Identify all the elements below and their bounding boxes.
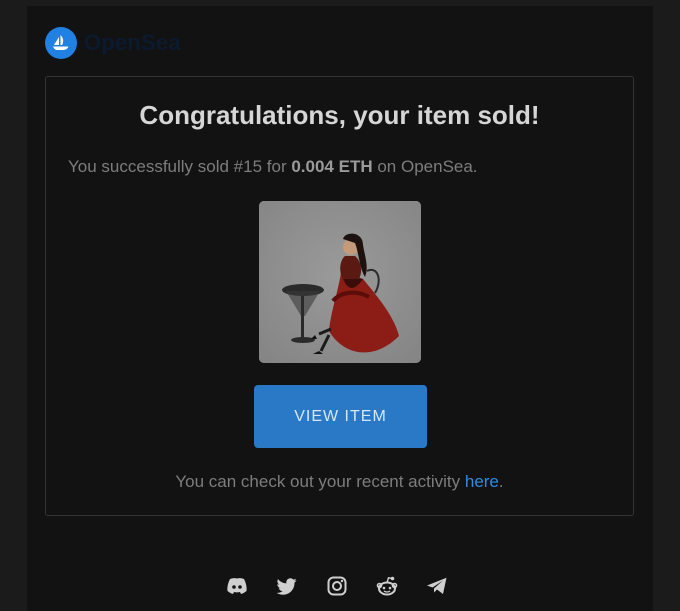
- discord-icon[interactable]: [224, 573, 250, 599]
- opensea-logo-icon: [45, 27, 77, 59]
- instagram-icon[interactable]: [324, 573, 350, 599]
- sale-card: Congratulations, your item sold! You suc…: [45, 76, 634, 516]
- telegram-icon[interactable]: [424, 573, 450, 599]
- reddit-icon[interactable]: [374, 573, 400, 599]
- headline: Congratulations, your item sold!: [139, 100, 540, 130]
- email-body: OpenSea Congratulations, your item sold!…: [27, 6, 653, 611]
- sold-prefix: You successfully sold #15 for: [68, 157, 287, 176]
- view-item-button[interactable]: VIEW ITEM: [254, 385, 427, 448]
- activity-message: You can check out your recent activity h…: [46, 472, 633, 492]
- twitter-icon[interactable]: [274, 573, 300, 599]
- sold-message: You successfully sold #15 for 0.004 ETH …: [68, 157, 478, 177]
- item-image[interactable]: [259, 201, 421, 363]
- page: OpenSea Congratulations, your item sold!…: [0, 0, 680, 611]
- activity-suffix: .: [498, 472, 504, 491]
- social-links: [224, 573, 450, 599]
- sold-suffix: on OpenSea.: [377, 157, 478, 176]
- brand[interactable]: OpenSea: [45, 27, 181, 59]
- brand-name: OpenSea: [84, 30, 181, 55]
- activity-prefix: You can check out your recent activity: [175, 472, 461, 491]
- activity-link[interactable]: here: [465, 472, 499, 491]
- sale-price: 0.004 ETH: [291, 157, 373, 176]
